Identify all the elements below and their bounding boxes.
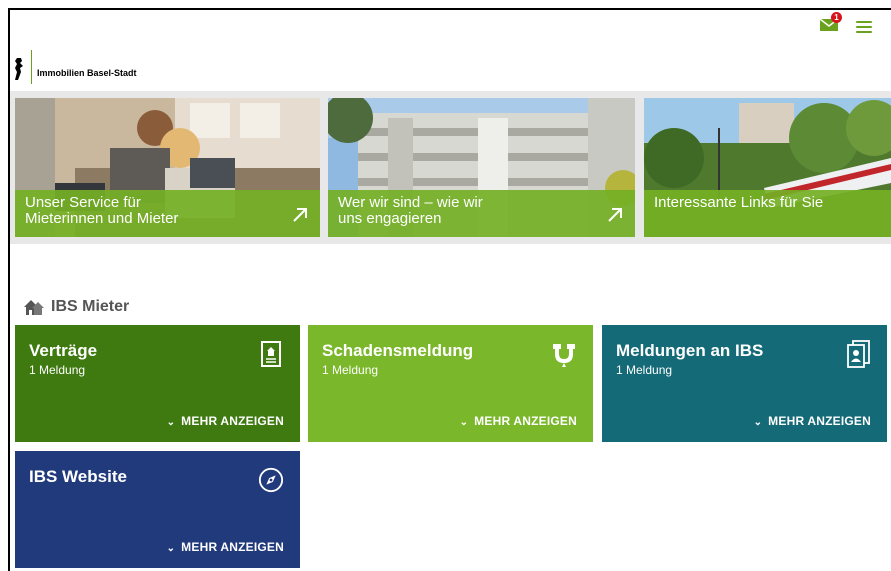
chevron-down-icon: ⌄ <box>166 417 176 428</box>
tile-schadensmeldung[interactable]: Schadensmeldung 1 Meldung ⌄ MEHR ANZEIGEN <box>308 325 593 442</box>
hero-caption: Wer wir sind – wie wir uns engagieren <box>328 190 635 237</box>
show-more-button[interactable]: ⌄ MEHR ANZEIGEN <box>167 414 284 428</box>
tile-title: Verträge <box>29 341 98 360</box>
hero-caption-line2: Mieterinnen und Mieter <box>25 210 179 227</box>
show-more-button[interactable]: ⌄ MEHR ANZEIGEN <box>754 414 871 428</box>
hero-caption-line2: uns engagieren <box>338 210 442 227</box>
hero-caption-line1: Unser Service für <box>25 194 141 211</box>
tile-title: IBS Website <box>29 467 127 486</box>
basel-crest-icon <box>15 58 23 80</box>
tile-ibs-website[interactable]: IBS Website ⌄ MEHR ANZEIGEN <box>15 451 300 568</box>
logo-text[interactable]: Immobilien Basel-Stadt <box>37 68 137 78</box>
contact-card-icon <box>847 340 870 368</box>
logo-divider <box>31 50 32 84</box>
compass-icon <box>258 467 284 493</box>
chevron-down-icon: ⌄ <box>459 417 469 428</box>
hero-card-links[interactable]: Interessante Links für Sie <box>644 98 891 237</box>
hero-card-service[interactable]: Unser Service für Mieterinnen und Mieter <box>15 98 320 237</box>
tile-meldungen-an-ibs[interactable]: Meldungen an IBS 1 Meldung ⌄ MEHR ANZEIGE… <box>602 325 887 442</box>
hero-caption: Interessante Links für Sie <box>644 190 891 237</box>
plumbing-pipe-icon <box>553 344 575 367</box>
show-more-label: MEHR ANZEIGEN <box>181 540 284 554</box>
hero-caption-line1: Wer wir sind – wie wir <box>338 194 483 211</box>
tile-vertraege[interactable]: Verträge 1 Meldung ⌄ MEHR ANZEIGEN <box>15 325 300 442</box>
show-more-button[interactable]: ⌄ MEHR ANZEIGEN <box>460 414 577 428</box>
arrow-up-right-icon <box>608 208 622 222</box>
tile-title: Meldungen an IBS <box>616 341 764 360</box>
tile-subtitle: 1 Meldung <box>29 363 86 377</box>
tile-subtitle: 1 Meldung <box>616 363 673 377</box>
notification-badge: 1 <box>831 12 842 23</box>
arrow-up-right-icon <box>293 208 307 222</box>
show-more-label: MEHR ANZEIGEN <box>181 414 284 428</box>
houses-icon <box>24 300 44 315</box>
tile-subtitle: 1 Meldung <box>322 363 379 377</box>
chevron-down-icon: ⌄ <box>166 543 176 554</box>
contract-document-icon <box>261 341 281 367</box>
section-title: IBS Mieter <box>51 298 130 315</box>
tile-title: Schadensmeldung <box>322 341 474 360</box>
show-more-label: MEHR ANZEIGEN <box>768 414 871 428</box>
show-more-label: MEHR ANZEIGEN <box>474 414 577 428</box>
show-more-button[interactable]: ⌄ MEHR ANZEIGEN <box>167 540 284 554</box>
hamburger-menu-icon[interactable] <box>856 21 872 34</box>
hero-card-about[interactable]: Wer wir sind – wie wir uns engagieren <box>328 98 635 237</box>
chevron-down-icon: ⌄ <box>753 417 763 428</box>
hero-caption: Unser Service für Mieterinnen und Mieter <box>15 190 320 237</box>
hero-caption-line1: Interessante Links für Sie <box>654 194 824 211</box>
